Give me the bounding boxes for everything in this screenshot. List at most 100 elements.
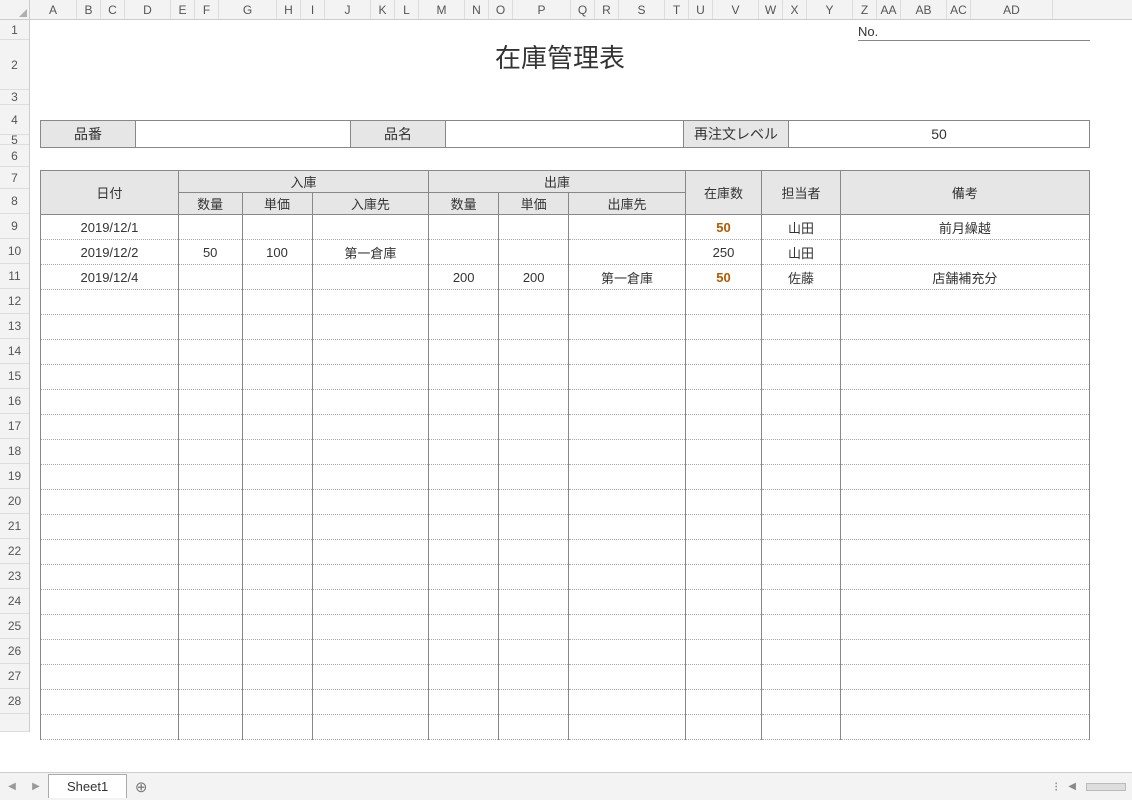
row-header[interactable]: 23	[0, 564, 29, 589]
cell-in_price[interactable]	[242, 265, 312, 290]
cell-in_price[interactable]	[242, 490, 312, 515]
cell-out_src[interactable]	[569, 615, 686, 640]
cell-in_src[interactable]	[312, 465, 429, 490]
cell-out_src[interactable]	[569, 540, 686, 565]
col-remarks[interactable]: 備考	[840, 171, 1089, 215]
cell-out_src[interactable]: 第一倉庫	[569, 265, 686, 290]
cell-remarks[interactable]	[840, 615, 1089, 640]
table-row[interactable]	[41, 315, 1090, 340]
cell-date[interactable]	[41, 640, 179, 665]
cell-out_price[interactable]	[499, 640, 569, 665]
cell-in_qty[interactable]	[178, 540, 242, 565]
table-row[interactable]: 2019/12/150山田前月繰越	[41, 215, 1090, 240]
cell-in_src[interactable]	[312, 640, 429, 665]
col-out-group[interactable]: 出庫	[429, 171, 686, 193]
cell-in_price[interactable]	[242, 390, 312, 415]
cell-remarks[interactable]	[840, 465, 1089, 490]
column-header[interactable]: AB	[901, 0, 947, 19]
cell-out_qty[interactable]	[429, 690, 499, 715]
column-header[interactable]: G	[219, 0, 277, 19]
row-header[interactable]: 1	[0, 20, 29, 40]
cell-out_src[interactable]	[569, 365, 686, 390]
cell-person[interactable]	[762, 315, 840, 340]
row-header[interactable]: 13	[0, 314, 29, 339]
row-header[interactable]: 16	[0, 389, 29, 414]
cell-out_price[interactable]	[499, 315, 569, 340]
cell-in_price[interactable]	[242, 615, 312, 640]
row-header[interactable]: 20	[0, 489, 29, 514]
col-out-qty[interactable]: 数量	[429, 193, 499, 215]
col-person[interactable]: 担当者	[762, 171, 840, 215]
cell-in_qty[interactable]	[178, 690, 242, 715]
cell-remarks[interactable]	[840, 315, 1089, 340]
cell-out_src[interactable]	[569, 640, 686, 665]
row-header[interactable]: 4	[0, 105, 29, 135]
cell-in_qty[interactable]	[178, 715, 242, 740]
cell-date[interactable]: 2019/12/4	[41, 265, 179, 290]
cell-in_src[interactable]: 第一倉庫	[312, 240, 429, 265]
cell-out_qty[interactable]	[429, 415, 499, 440]
cell-stock[interactable]	[685, 565, 761, 590]
cell-out_qty[interactable]	[429, 340, 499, 365]
cell-in_qty[interactable]	[178, 640, 242, 665]
table-row[interactable]	[41, 640, 1090, 665]
cell-in_src[interactable]	[312, 215, 429, 240]
cell-out_price[interactable]	[499, 490, 569, 515]
cell-out_qty[interactable]	[429, 315, 499, 340]
cell-out_src[interactable]	[569, 565, 686, 590]
sheet-tab[interactable]: Sheet1	[48, 774, 127, 798]
column-header[interactable]: B	[77, 0, 101, 19]
cell-in_src[interactable]	[312, 340, 429, 365]
cell-stock[interactable]	[685, 390, 761, 415]
cell-stock[interactable]	[685, 615, 761, 640]
cell-out_src[interactable]	[569, 415, 686, 440]
cell-out_qty[interactable]	[429, 440, 499, 465]
row-header[interactable]: 3	[0, 90, 29, 105]
column-header[interactable]: V	[713, 0, 759, 19]
cell-date[interactable]	[41, 590, 179, 615]
column-header[interactable]: N	[465, 0, 489, 19]
cell-out_src[interactable]	[569, 690, 686, 715]
cell-date[interactable]	[41, 340, 179, 365]
row-header[interactable]: 28	[0, 689, 29, 714]
cell-remarks[interactable]	[840, 440, 1089, 465]
cell-in_src[interactable]	[312, 540, 429, 565]
cell-person[interactable]	[762, 390, 840, 415]
cell-remarks[interactable]	[840, 415, 1089, 440]
cell-in_src[interactable]	[312, 415, 429, 440]
cell-in_price[interactable]	[242, 440, 312, 465]
cell-person[interactable]	[762, 440, 840, 465]
cell-in_price[interactable]	[242, 540, 312, 565]
cell-in_price[interactable]	[242, 565, 312, 590]
horizontal-scrollbar[interactable]	[1086, 783, 1126, 791]
cell-in_qty[interactable]: 50	[178, 240, 242, 265]
cell-remarks[interactable]	[840, 515, 1089, 540]
cell-in_src[interactable]	[312, 715, 429, 740]
sheet-surface[interactable]: No. 在庫管理表 品番 品名 再注文レベル 50 日付	[30, 20, 1120, 732]
item-no-value[interactable]	[136, 121, 351, 147]
column-header[interactable]: O	[489, 0, 513, 19]
cell-in_src[interactable]	[312, 315, 429, 340]
column-header[interactable]: U	[689, 0, 713, 19]
cell-remarks[interactable]	[840, 365, 1089, 390]
table-row[interactable]	[41, 340, 1090, 365]
cell-in_qty[interactable]	[178, 440, 242, 465]
cell-in_qty[interactable]	[178, 665, 242, 690]
cell-out_qty[interactable]	[429, 390, 499, 415]
cell-date[interactable]	[41, 315, 179, 340]
column-header[interactable]: L	[395, 0, 419, 19]
cell-in_src[interactable]	[312, 440, 429, 465]
table-row[interactable]: 2019/12/250100第一倉庫250山田	[41, 240, 1090, 265]
row-header[interactable]: 25	[0, 614, 29, 639]
cell-person[interactable]	[762, 565, 840, 590]
cell-out_price[interactable]	[499, 565, 569, 590]
col-date[interactable]: 日付	[41, 171, 179, 215]
cell-out_src[interactable]	[569, 715, 686, 740]
cell-in_src[interactable]	[312, 265, 429, 290]
cell-stock[interactable]	[685, 290, 761, 315]
row-header[interactable]: 15	[0, 364, 29, 389]
cell-in_qty[interactable]	[178, 215, 242, 240]
cell-stock[interactable]	[685, 640, 761, 665]
cell-in_src[interactable]	[312, 565, 429, 590]
cell-in_qty[interactable]	[178, 415, 242, 440]
